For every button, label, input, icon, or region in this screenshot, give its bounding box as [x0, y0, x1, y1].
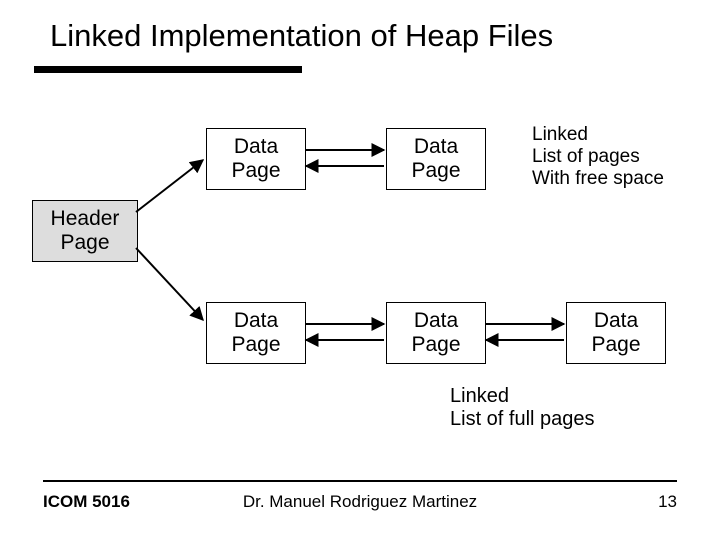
free-row-annotation: Linked List of pages With free space	[532, 124, 664, 190]
full-row-node-1: Data Page	[386, 302, 486, 364]
node-line2: Page	[411, 159, 460, 183]
node-line2: Page	[411, 333, 460, 357]
footer-center: Dr. Manuel Rodriguez Martinez	[0, 492, 720, 512]
edges-svg	[0, 0, 720, 540]
node-line1: Data	[234, 135, 278, 159]
annot-l3: With free space	[532, 168, 664, 190]
node-line2: Page	[231, 333, 280, 357]
annot-l1: Linked	[532, 124, 664, 146]
node-line2: Page	[231, 159, 280, 183]
header-node-line2: Page	[60, 231, 109, 255]
full-row-caption: Linked List of full pages	[450, 385, 595, 431]
full-row-node-0: Data Page	[206, 302, 306, 364]
footer-right: 13	[658, 492, 677, 512]
footer-rule	[43, 480, 677, 482]
node-line2: Page	[591, 333, 640, 357]
slide-title: Linked Implementation of Heap Files	[50, 18, 553, 54]
node-line1: Data	[594, 309, 638, 333]
caption-l2: List of full pages	[450, 408, 595, 431]
header-node-line1: Header	[51, 207, 120, 231]
node-line1: Data	[234, 309, 278, 333]
title-underline	[34, 66, 302, 73]
free-row-node-0: Data Page	[206, 128, 306, 190]
header-page-node: Header Page	[32, 200, 138, 262]
caption-l1: Linked	[450, 385, 595, 408]
full-row-node-2: Data Page	[566, 302, 666, 364]
node-line1: Data	[414, 135, 458, 159]
free-row-node-1: Data Page	[386, 128, 486, 190]
node-line1: Data	[414, 309, 458, 333]
annot-l2: List of pages	[532, 146, 664, 168]
